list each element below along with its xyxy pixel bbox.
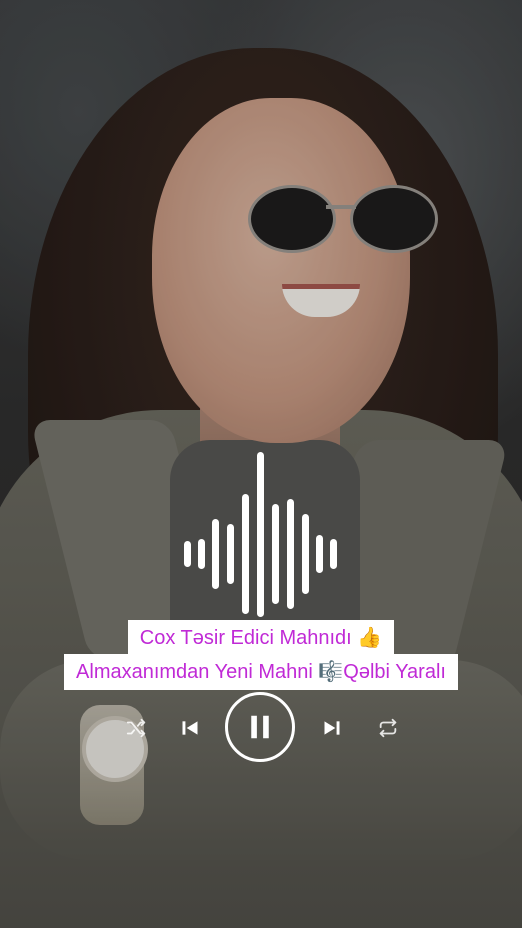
waveform-bar	[287, 499, 294, 609]
waveform-bar	[272, 504, 279, 604]
next-icon	[324, 721, 340, 735]
waveform-bar	[242, 494, 249, 614]
caption-line-2-wrapper: Almaxanımdan Yeni Mahni 🎼Qəlbi Yaralı	[0, 654, 522, 690]
repeat-button[interactable]	[376, 716, 400, 740]
waveform-bar	[227, 524, 234, 584]
previous-button[interactable]	[179, 717, 201, 739]
shuffle-icon	[126, 718, 146, 738]
caption-line-1-wrapper: Cox Təsir Edici Mahnıdı 👍	[0, 620, 522, 656]
shuffle-button[interactable]	[124, 716, 148, 740]
waveform-bar	[257, 452, 264, 617]
waveform-bar	[184, 541, 191, 567]
audio-waveform	[0, 0, 522, 928]
waveform-bar	[198, 539, 205, 569]
waveform-bar	[316, 535, 323, 573]
caption-line-2: Almaxanımdan Yeni Mahni 🎼Qəlbi Yaralı	[64, 654, 458, 690]
waveform-bar	[302, 514, 309, 594]
pause-button[interactable]	[225, 692, 295, 762]
pause-icon	[251, 715, 269, 739]
previous-icon	[182, 721, 198, 735]
caption-line-1: Cox Təsir Edici Mahnıdı 👍	[127, 620, 395, 656]
waveform-bar	[330, 539, 337, 569]
repeat-icon	[379, 718, 397, 738]
next-button[interactable]	[321, 717, 343, 739]
waveform-bar	[212, 519, 219, 589]
